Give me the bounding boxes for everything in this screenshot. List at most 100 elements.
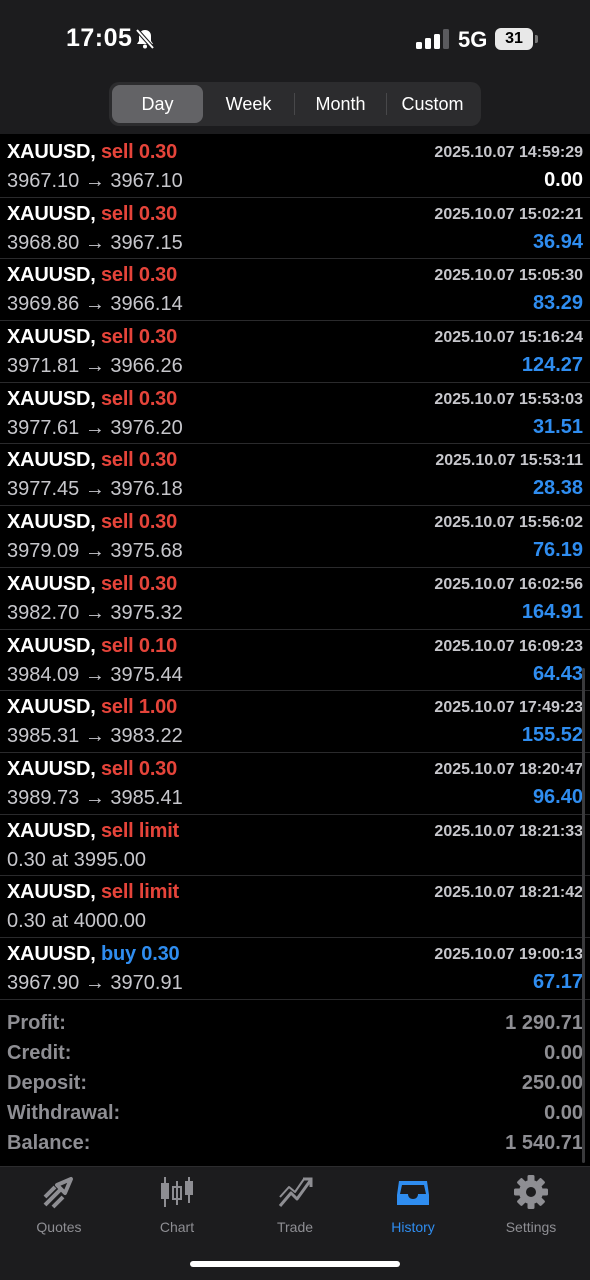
trade-symbol: XAUUSD, [7, 757, 96, 780]
account-summary: Profit: 1 290.71 Credit: 0.00 Deposit: 250.00… [0, 1008, 590, 1158]
trade-symbol: XAUUSD, [7, 881, 96, 904]
trade-row[interactable]: XAUUSD, sell 0.30 2025.10.07 18:20:47 3989… [0, 753, 590, 815]
segment-custom[interactable]: Custom [387, 85, 478, 123]
trade-title: XAUUSD, sell 0.30 [7, 511, 177, 534]
trade-side: sell 0.30 [100, 757, 178, 780]
trade-row[interactable]: XAUUSD, sell 0.30 2025.10.07 15:56:02 3979… [0, 506, 590, 568]
trade-prices: 3977.61 → 3976.20 [7, 416, 183, 439]
trade-row[interactable]: XAUUSD, sell 0.30 2025.10.07 15:53:03 3977… [0, 383, 590, 445]
trade-title: XAUUSD, buy 0.30 [7, 943, 180, 966]
trade-title: XAUUSD, sell 0.30 [7, 203, 177, 226]
trade-symbol: XAUUSD, [7, 387, 96, 410]
tab-label: Chart [159, 1219, 195, 1235]
trade-symbol: XAUUSD, [7, 572, 96, 595]
tab-label: Quotes [36, 1219, 82, 1235]
trade-time: 2025.10.07 16:02:56 [434, 575, 583, 593]
trade-side: sell 0.30 [100, 572, 178, 595]
trade-symbol: XAUUSD, [7, 819, 96, 842]
trade-symbol: XAUUSD, [7, 634, 96, 657]
trade-row[interactable]: XAUUSD, buy 0.30 2025.10.07 19:00:13 3967.… [0, 938, 590, 1000]
trade-icon [278, 1177, 313, 1207]
summary-value: 1 540.71 [505, 1132, 583, 1154]
trade-time: 2025.10.07 18:20:47 [434, 760, 583, 778]
tab-chart[interactable]: Chart [118, 1175, 236, 1235]
status-time: 17:05 [66, 24, 133, 52]
segment-month[interactable]: Month [295, 85, 386, 123]
trade-symbol: XAUUSD, [7, 141, 96, 163]
settings-icon [514, 1175, 548, 1209]
trade-profit: 83.29 [532, 292, 583, 315]
trade-prices: 3967.90 → 3970.91 [7, 971, 183, 994]
trade-title: XAUUSD, sell 0.30 [7, 449, 177, 472]
trade-prices: 3977.45 → 3976.18 [7, 478, 183, 501]
trade-profit: 67.17 [532, 970, 583, 993]
trade-time: 2025.10.07 15:53:11 [435, 452, 583, 470]
trade-title: XAUUSD, sell 0.30 [7, 141, 177, 164]
trade-row[interactable]: XAUUSD, sell 0.30 2025.10.07 15:05:30 3969… [0, 259, 590, 322]
history-icon [397, 1181, 429, 1205]
trade-time: 2025.10.07 15:56:02 [434, 514, 583, 532]
trade-prices: 3971.81 → 3966.26 [7, 355, 183, 378]
trade-symbol: XAUUSD, [7, 202, 96, 225]
trade-side: sell 0.30 [100, 449, 178, 472]
trade-side: sell 0.30 [100, 387, 178, 410]
trade-profit: 31.51 [532, 415, 583, 438]
battery-cap [535, 35, 538, 43]
trade-row[interactable]: XAUUSD, sell limit 2025.10.07 18:21:42 0.3… [0, 876, 590, 938]
segment-week[interactable]: Week [203, 85, 294, 123]
trade-prices: 3984.09 → 3975.44 [7, 663, 183, 686]
summary-label: Withdrawal: [7, 1102, 121, 1124]
trade-row[interactable]: XAUUSD, sell 0.30 2025.10.07 14:59:29 3967… [0, 136, 590, 198]
scroll-indicator[interactable] [582, 668, 585, 1163]
home-indicator[interactable] [190, 1261, 400, 1267]
trade-profit: 64.43 [532, 662, 583, 685]
trade-prices: 3968.80 → 3967.15 [7, 231, 183, 254]
summary-row: Deposit: 250.00 [0, 1068, 590, 1098]
trade-row[interactable]: XAUUSD, sell limit 2025.10.07 18:21:33 0.3… [0, 815, 590, 877]
tab-history[interactable]: History [354, 1175, 472, 1235]
trade-profit: 28.38 [532, 477, 583, 500]
trade-time: 2025.10.07 18:21:42 [434, 884, 583, 902]
trade-side: sell 1.00 [100, 696, 178, 719]
summary-label: Credit: [7, 1042, 72, 1064]
trade-prices: 3967.10 → 3967.10 [7, 170, 183, 192]
trade-row[interactable]: XAUUSD, sell 0.30 2025.10.07 15:02:21 3968… [0, 198, 590, 260]
tab-settings[interactable]: Settings [472, 1175, 590, 1235]
summary-row: Withdrawal: 0.00 [0, 1098, 590, 1128]
trade-prices: 3969.86 → 3966.14 [7, 293, 183, 316]
trade-row[interactable]: XAUUSD, sell 0.30 2025.10.07 16:02:56 3982… [0, 568, 590, 630]
trade-symbol: XAUUSD, [7, 449, 96, 472]
trade-side: sell 0.30 [100, 264, 178, 287]
trade-row[interactable]: XAUUSD, sell 0.10 2025.10.07 16:09:23 3984… [0, 630, 590, 692]
signal-icon [416, 29, 449, 49]
bell-slash-icon [135, 28, 155, 50]
trade-title: XAUUSD, sell limit [7, 820, 179, 843]
summary-value: 0.00 [544, 1102, 583, 1124]
tab-quotes[interactable]: Quotes [0, 1175, 118, 1235]
trade-time: 2025.10.07 15:02:21 [434, 205, 583, 223]
trade-title: XAUUSD, sell limit [7, 881, 179, 904]
trade-prices: 3979.09 → 3975.68 [7, 540, 183, 563]
trade-side: sell 0.30 [100, 141, 178, 163]
summary-label: Profit: [7, 1012, 66, 1034]
trade-profit: 76.19 [532, 539, 583, 562]
trade-history-list: XAUUSD, sell 0.30 2025.10.07 14:59:29 3967… [0, 136, 590, 1000]
trade-row[interactable]: XAUUSD, sell 1.00 2025.10.07 17:49:23 3985… [0, 691, 590, 753]
trade-time: 2025.10.07 16:09:23 [434, 637, 583, 655]
tab-trade[interactable]: Trade [236, 1175, 354, 1235]
trade-side: sell 0.30 [100, 326, 178, 349]
trade-row[interactable]: XAUUSD, sell 0.30 2025.10.07 15:53:11 3977… [0, 444, 590, 507]
header: Day Week Month Custom [0, 78, 590, 134]
trade-side: sell limit [100, 881, 180, 904]
tab-label: History [391, 1219, 435, 1235]
trade-prices: 3989.73 → 3985.41 [7, 786, 183, 809]
trade-row[interactable]: XAUUSD, sell 0.30 2025.10.07 15:16:24 3971… [0, 321, 590, 383]
trade-prices: 3982.70 → 3975.32 [7, 601, 183, 624]
segment-day[interactable]: Day [112, 85, 203, 123]
summary-row: Profit: 1 290.71 [0, 1008, 590, 1038]
trade-time: 2025.10.07 15:05:30 [434, 267, 583, 285]
summary-value: 250.00 [521, 1072, 583, 1094]
trade-title: XAUUSD, sell 1.00 [7, 696, 177, 719]
battery-icon: 31 [495, 28, 533, 50]
trade-title: XAUUSD, sell 0.10 [7, 635, 177, 658]
